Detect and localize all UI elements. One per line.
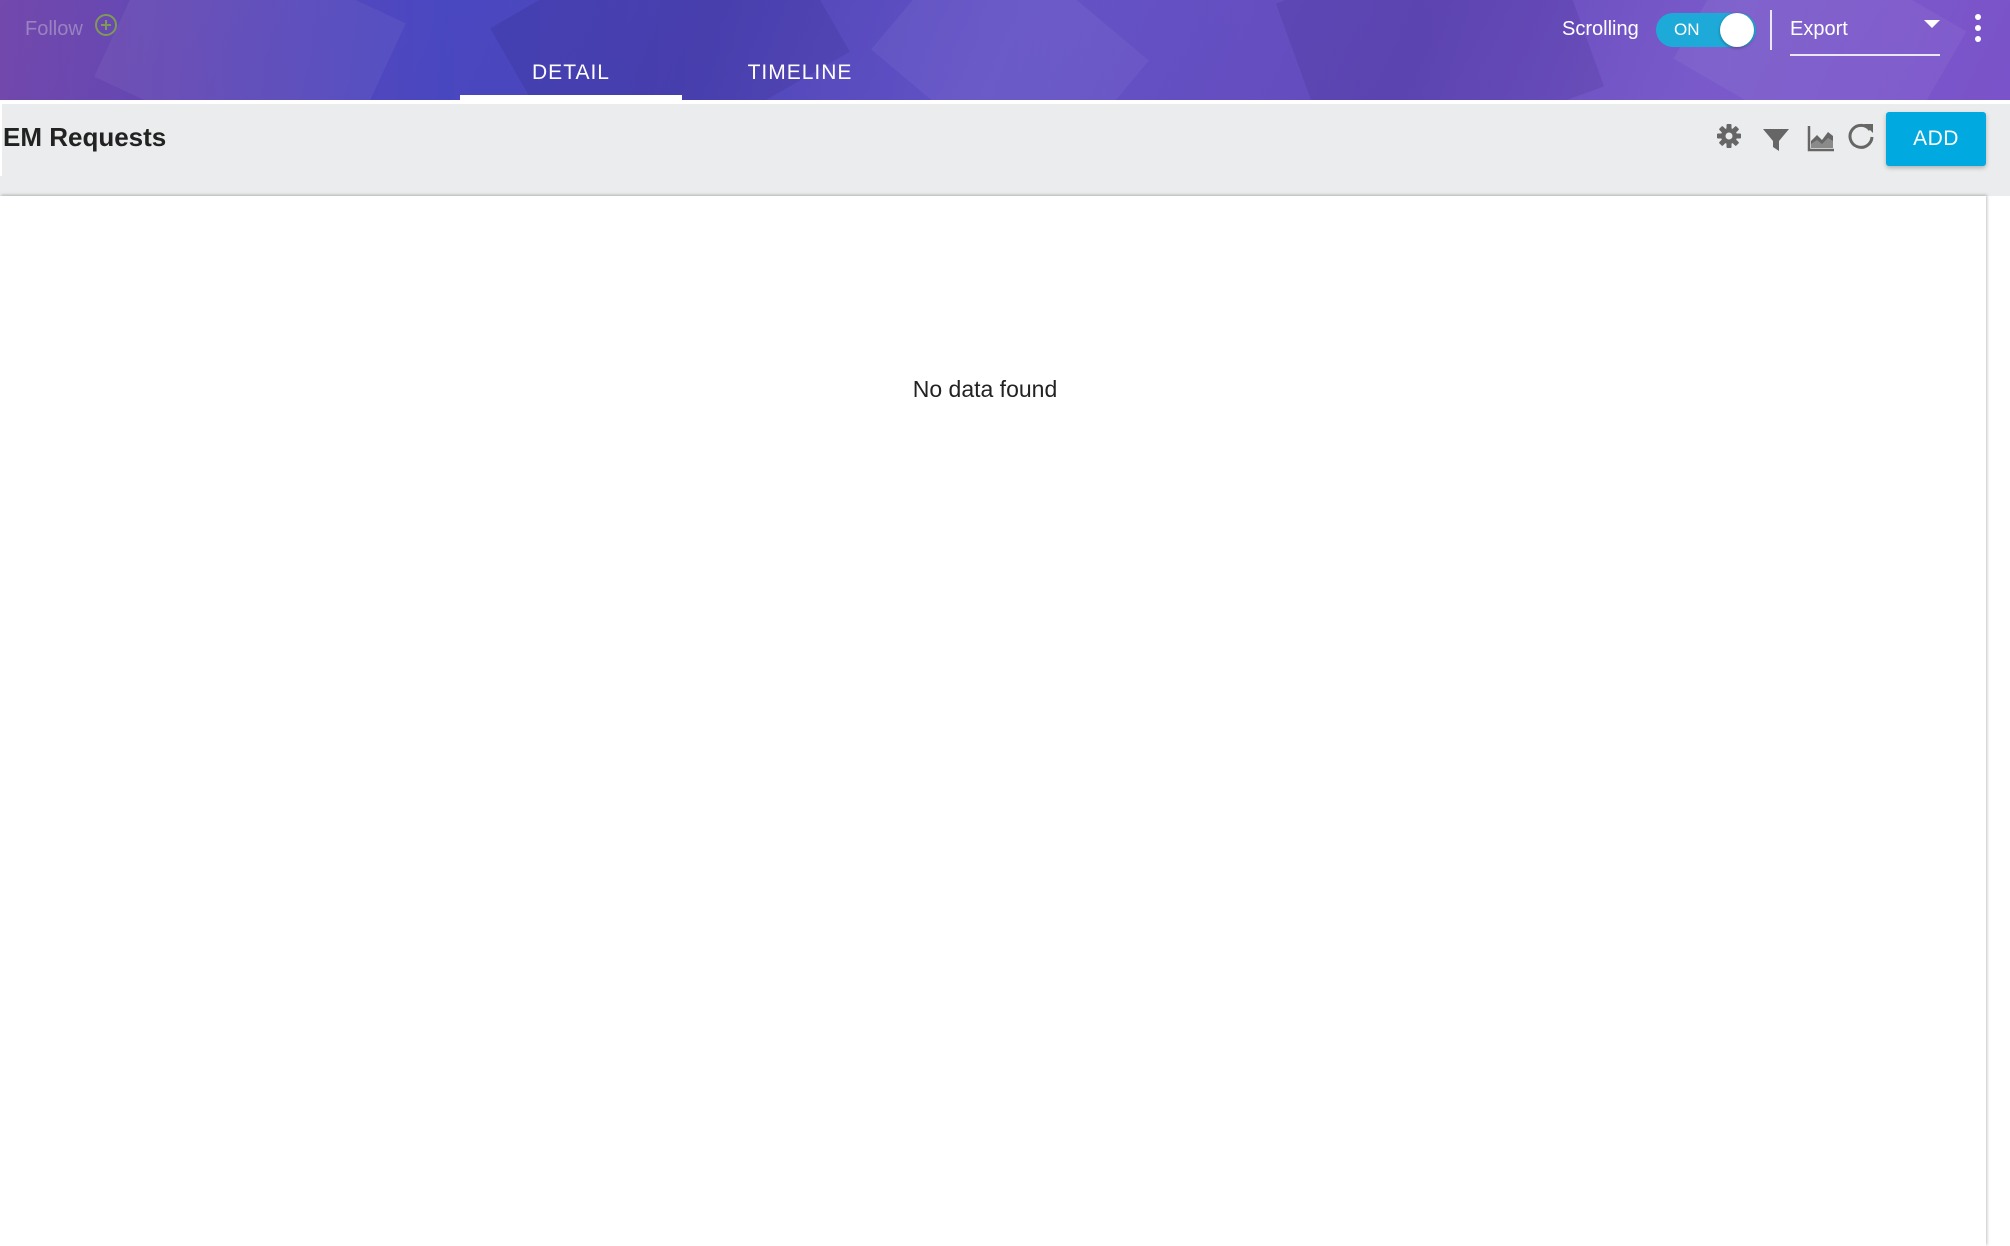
export-dropdown[interactable]: Export (1790, 10, 1940, 56)
follow-button[interactable]: Follow (25, 13, 117, 41)
gear-icon[interactable] (1714, 121, 1744, 151)
export-label: Export (1790, 18, 1848, 40)
caret-down-icon (1924, 20, 1940, 28)
tab-bar: DETAIL TIMELINE (460, 50, 918, 100)
header-decoration (94, 0, 406, 100)
scrolling-label: Scrolling (1562, 18, 1639, 40)
app-header: Follow DETAIL TIMELINE Scrolling ON Expo… (0, 0, 2010, 100)
section-title: EM Requests (3, 122, 167, 152)
more-options-icon[interactable] (1968, 14, 1988, 42)
scrolling-toggle[interactable]: ON (1656, 13, 1756, 47)
header-decoration (1275, 0, 1605, 100)
refresh-icon[interactable] (1846, 121, 1876, 151)
add-button[interactable]: ADD (1886, 112, 1986, 166)
chart-icon[interactable] (1806, 123, 1836, 153)
kebab-dot (1975, 36, 1981, 42)
kebab-dot (1975, 14, 1981, 20)
toggle-knob[interactable] (1720, 13, 1754, 47)
results-panel: No data found (0, 196, 1986, 1246)
section-accent-line (0, 104, 2, 176)
filter-icon[interactable] (1761, 125, 1791, 155)
tab-timeline[interactable]: TIMELINE (682, 50, 918, 100)
follow-label: Follow (25, 18, 83, 40)
tab-detail[interactable]: DETAIL (460, 50, 682, 100)
header-divider (1770, 10, 1772, 50)
plus-circle-icon[interactable] (94, 13, 117, 36)
toggle-state-label: ON (1674, 20, 1700, 39)
section-toolbar (0, 104, 2010, 196)
empty-state-message: No data found (912, 376, 1058, 402)
kebab-dot (1975, 25, 1981, 31)
